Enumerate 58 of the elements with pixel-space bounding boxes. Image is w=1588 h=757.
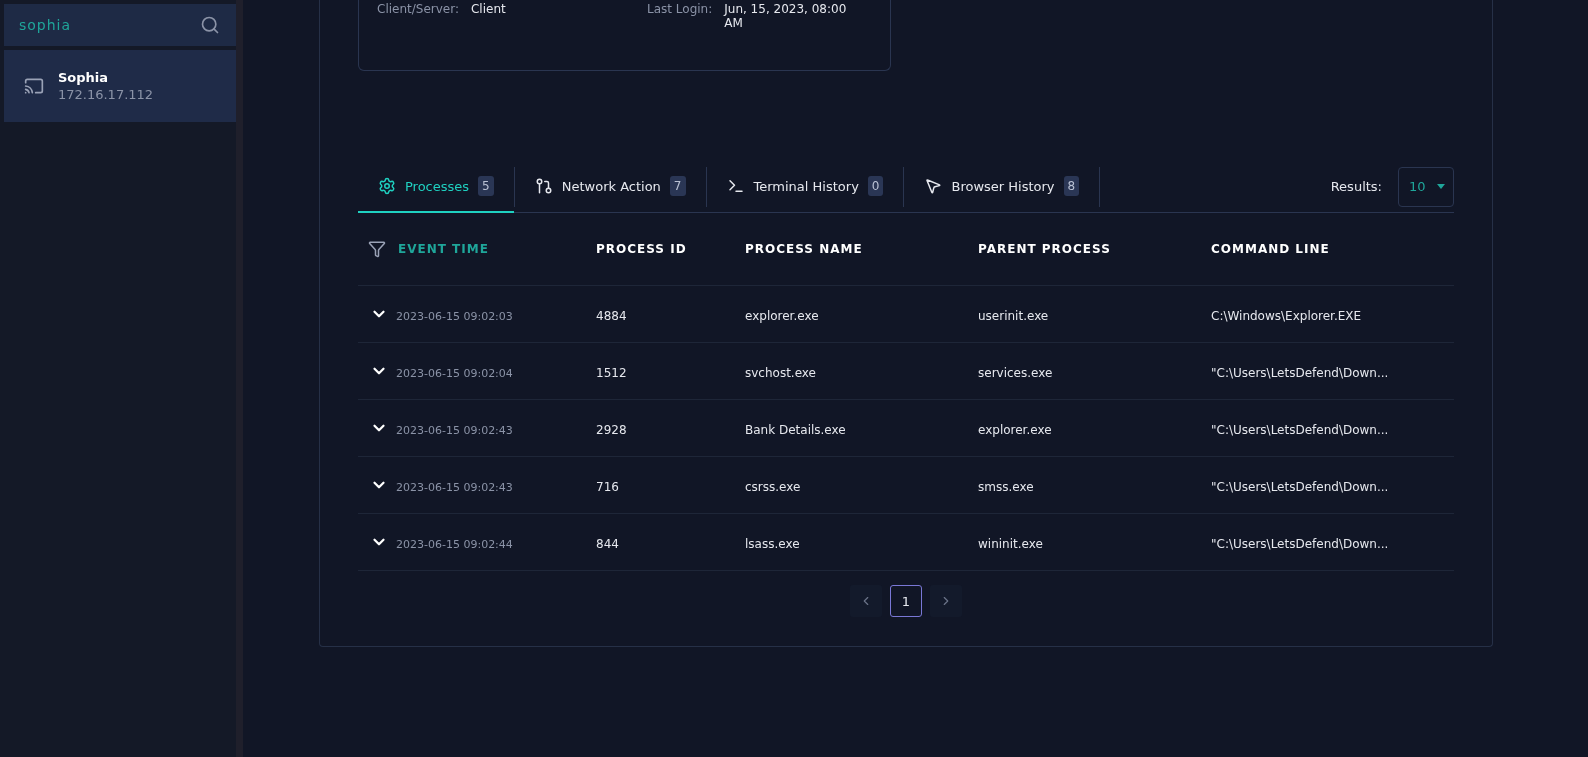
event-time: 2023-06-15 09:02:03 — [396, 308, 513, 323]
column-header: PROCESS ID — [596, 242, 687, 256]
event-time: 2023-06-15 09:02:43 — [396, 422, 513, 437]
column-header: PARENT PROCESS — [978, 242, 1111, 256]
event-time: 2023-06-15 09:02:04 — [396, 365, 513, 380]
host-ip: 172.16.17.112 — [58, 87, 154, 102]
table-cell: 1512 — [596, 365, 627, 380]
results-label: Results: — [1330, 179, 1382, 194]
table-cell: smss.exe — [978, 479, 1034, 494]
column-header: COMMAND LINE — [1211, 242, 1330, 256]
tab[interactable]: Network Action 7 — [514, 161, 706, 213]
search-input[interactable]: sophia — [17, 16, 171, 34]
branch-icon — [534, 177, 553, 195]
search-icon — [200, 15, 220, 35]
page-button[interactable]: 1 — [890, 585, 922, 617]
field-value: Jun, 15, 2023, 08:00 AM — [724, 2, 848, 32]
table-cell: explorer.exe — [978, 422, 1052, 437]
event-time: 2023-06-15 09:02:43 — [396, 479, 513, 494]
column-header: EVENT TIME — [398, 242, 489, 256]
cursor-icon — [924, 177, 943, 195]
tab-count: 0 — [867, 176, 884, 196]
table-cell: svchost.exe — [745, 365, 816, 380]
table-cell: C:\Windows\Explorer.EXE — [1211, 308, 1362, 323]
table-cell: 844 — [596, 536, 619, 551]
table-cell: 716 — [596, 479, 619, 494]
tab-count: 7 — [669, 176, 686, 196]
column-header: PROCESS NAME — [745, 242, 863, 256]
tab-count: 5 — [478, 176, 494, 196]
tab[interactable]: Browser History 8 — [904, 161, 1100, 213]
table-cell: wininit.exe — [978, 536, 1043, 551]
table-cell: 2928 — [596, 422, 627, 437]
table-cell: "C:\Users\LetsDefend\Down... — [1211, 479, 1389, 494]
tab[interactable]: Terminal History 0 — [706, 161, 904, 213]
field-label: Client/Server: — [377, 2, 459, 18]
tab[interactable]: Processes 5 — [358, 161, 514, 213]
table-cell: lsass.exe — [745, 536, 800, 551]
field-label: Last Login: — [647, 2, 713, 18]
table-cell: "C:\Users\LetsDefend\Down... — [1211, 365, 1389, 380]
table-cell: explorer.exe — [745, 308, 819, 323]
results-select[interactable]: 10 — [1398, 166, 1454, 207]
table-cell: services.exe — [978, 365, 1053, 380]
table-cell: csrss.exe — [745, 479, 801, 494]
table-cell: userinit.exe — [978, 308, 1049, 323]
table-cell: "C:\Users\LetsDefend\Down... — [1211, 422, 1389, 437]
host-item[interactable]: Sophia 172.16.17.112 — [4, 50, 236, 122]
field-value: Client — [470, 2, 507, 18]
filter-icon[interactable] — [368, 240, 386, 258]
caret-icon — [1437, 184, 1445, 189]
table-cell: 4884 — [596, 308, 627, 323]
tab-count: 8 — [1063, 176, 1080, 196]
screen-icon — [24, 76, 44, 96]
terminal-icon — [726, 177, 745, 195]
host-name: Sophia — [58, 70, 110, 85]
search-field[interactable]: sophia — [4, 4, 236, 46]
settings-icon — [378, 177, 396, 195]
table-cell: Bank Details.exe — [745, 422, 846, 437]
table-cell: "C:\Users\LetsDefend\Down... — [1211, 536, 1389, 551]
event-time: 2023-06-15 09:02:44 — [396, 536, 513, 551]
